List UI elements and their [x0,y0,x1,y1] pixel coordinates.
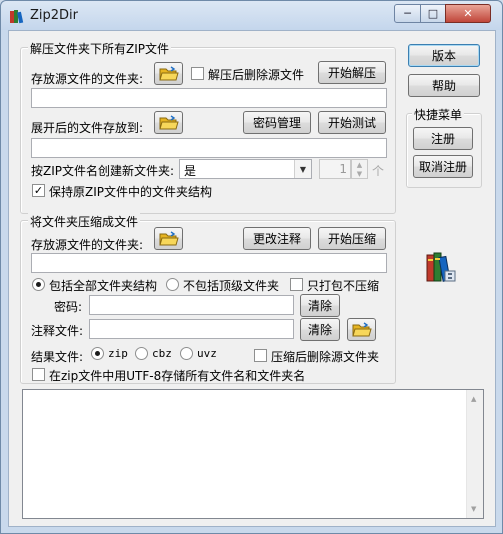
comment-file-browse-button[interactable] [347,318,376,341]
clear-comment-button[interactable]: 清除 [300,318,340,341]
window-title: Zip2Dir [30,8,79,23]
client-area: 解压文件夹下所有ZIP文件 存放源文件的文件夹: 解压后删除源文件 开始解压 展… [8,30,496,527]
maximize-button[interactable]: □ [420,4,446,23]
create-folder-value: 是 [184,164,197,178]
unzip-source-path-input[interactable] [31,88,387,108]
format-uvz-radio[interactable] [180,347,193,360]
all-structure-radio[interactable] [32,278,45,291]
unzip-dest-label: 展开后的文件存放到: [31,121,144,135]
minimize-button[interactable]: ─ [394,4,421,23]
spin-up-icon: ▲ [356,160,363,169]
folder-open-icon [158,65,179,80]
result-file-label: 结果文件: [31,350,84,364]
store-only-checkbox[interactable] [290,278,303,291]
version-button[interactable]: 版本 [408,44,480,67]
title-bar[interactable]: Zip2Dir ─ □ ✕ [1,1,502,30]
unzip-dest-path-input[interactable] [31,138,387,158]
zip-source-path-input[interactable] [31,253,387,273]
clear-password-button[interactable]: 清除 [300,294,340,317]
comment-file-input[interactable] [89,319,294,339]
register-button[interactable]: 注册 [413,127,473,150]
help-button[interactable]: 帮助 [408,74,480,97]
shortcut-group-title: 快捷菜单 [412,106,465,123]
no-top-folder-radio[interactable] [166,278,179,291]
folder-open-icon [351,321,372,336]
zip-source-label: 存放源文件的文件夹: [31,238,144,252]
no-top-folder-label: 不包括顶级文件夹 [183,279,280,293]
change-comment-button[interactable]: 更改注释 [243,227,311,250]
zip-delete-after-checkbox[interactable] [254,349,267,362]
format-cbz-radio[interactable] [135,347,148,360]
log-scrollbar[interactable]: ▲ ▼ [466,390,483,518]
count-input[interactable]: 1 [319,159,351,179]
close-button[interactable]: ✕ [445,4,491,23]
app-books-icon [10,10,24,24]
close-icon: ✕ [463,7,473,20]
password-manage-button[interactable]: 密码管理 [243,111,311,134]
create-folder-label: 按ZIP文件名创建新文件夹: [31,164,175,178]
format-uvz-label: uvz [197,347,217,360]
unzip-delete-after-label: 解压后删除源文件 [208,68,305,82]
password-label: 密码: [54,300,83,314]
app-window: Zip2Dir ─ □ ✕ 解压文件夹下所有ZIP文件 存放源文件的文件夹: 解… [0,0,503,534]
unzip-source-browse-button[interactable] [154,62,183,85]
spin-down-icon: ▼ [356,169,363,178]
create-folder-select[interactable]: 是 ▼ [179,159,312,179]
chevron-down-icon: ▼ [294,160,311,178]
books-logo-icon [426,252,456,282]
count-spinner[interactable]: ▲ ▼ [351,159,368,179]
unzip-group-title: 解压文件夹下所有ZIP文件 [28,40,171,57]
zip-delete-after-label: 压缩后删除源文件夹 [271,350,380,364]
keep-structure-label: 保持原ZIP文件中的文件夹结构 [49,185,212,199]
unzip-source-label: 存放源文件的文件夹: [31,72,144,86]
unzip-dest-browse-button[interactable] [154,111,183,134]
start-unzip-button[interactable]: 开始解压 [318,61,386,84]
start-test-button[interactable]: 开始测试 [318,111,386,134]
zip-source-browse-button[interactable] [154,227,183,250]
format-zip-label: zip [108,347,128,360]
password-input[interactable] [89,295,294,315]
store-only-label: 只打包不压缩 [307,279,380,293]
unzip-delete-after-checkbox[interactable] [191,67,204,80]
maximize-icon: □ [427,7,439,20]
keep-structure-checkbox[interactable]: ✓ [32,184,45,197]
count-unit-label: 个 [372,164,385,178]
checkmark-icon: ✓ [33,184,44,197]
scroll-up-icon: ▲ [471,395,477,403]
format-zip-radio[interactable] [91,347,104,360]
format-cbz-label: cbz [152,347,172,360]
minimize-icon: ─ [404,7,411,20]
zip-group-title: 将文件夹压缩成文件 [28,213,141,230]
utf8-checkbox[interactable] [32,368,45,381]
scroll-down-icon: ▼ [471,505,477,513]
unregister-button[interactable]: 取消注册 [413,155,473,178]
log-output-area[interactable]: ▲ ▼ [22,389,484,519]
all-structure-label: 包括全部文件夹结构 [49,279,158,293]
folder-open-icon [158,114,179,129]
utf8-label: 在zip文件中用UTF-8存储所有文件名和文件夹名 [49,369,306,383]
start-zip-button[interactable]: 开始压缩 [318,227,386,250]
folder-open-icon [158,230,179,245]
comment-file-label: 注释文件: [31,324,84,338]
